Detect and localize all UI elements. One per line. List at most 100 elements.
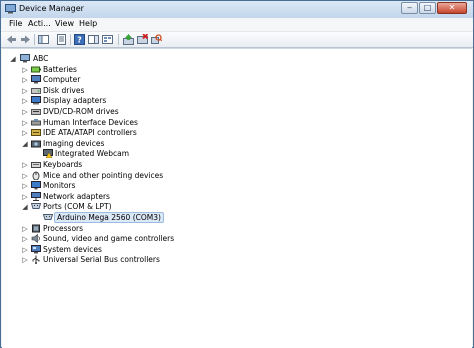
tree-item-label: DVD/CD-ROM drives (43, 107, 119, 116)
mouse-icon (32, 171, 40, 180)
tree-root[interactable]: ◢ ABC (2, 54, 202, 64)
title-bar[interactable]: Device Manager ‒ □ ✕ (1, 1, 473, 18)
show-hide-tree-icon[interactable] (38, 34, 49, 45)
tree-item-label: Sound, video and game controllers (43, 234, 175, 244)
tree-item-label: IDE ATA/ATAPI controllers (43, 128, 137, 138)
tree-item-display-adapters[interactable]: ▷ Display adapters (2, 96, 302, 106)
device-manager-window: Device Manager ‒ □ ✕ File Acti... View H… (0, 0, 474, 348)
maximize-button[interactable]: □ (419, 2, 436, 14)
menu-help[interactable]: Help (79, 19, 97, 28)
menu-file[interactable]: File (9, 19, 22, 28)
ide-controller-icon (31, 129, 41, 137)
computer-root-icon (20, 54, 30, 63)
tree-item-batteries[interactable]: ▷ Batteries (2, 65, 302, 75)
tree-item-label: System devices (43, 244, 102, 254)
collapse-arrow-icon[interactable]: ◢ (21, 202, 29, 212)
tree-item-label: Computer (43, 75, 81, 85)
close-button[interactable]: ✕ (437, 2, 467, 14)
tree-item-sound[interactable]: ▷ Sound, video and game controllers (2, 234, 302, 244)
tree-item-mice[interactable]: ▷ Mice and other pointing devices (2, 171, 302, 181)
tree-item-label: Imaging devices (43, 138, 105, 148)
tree-item-arduino-mega[interactable]: Arduino Mega 2560 (COM3) (2, 212, 302, 223)
display-adapter-icon (31, 96, 41, 105)
selected-device-label: Arduino Mega 2560 (COM3) (54, 212, 164, 223)
expand-arrow-icon[interactable]: ▷ (21, 107, 29, 117)
menu-view[interactable]: View (55, 19, 74, 28)
help-icon[interactable]: ? (74, 34, 85, 45)
tree-item-ports[interactable]: ◢ Ports (COM & LPT) (2, 202, 302, 212)
tree-item-network-adapters[interactable]: ▷ Network adapters (2, 191, 302, 202)
tree-item-label: Integrated Webcam (55, 149, 130, 159)
tree-item-disk-drives[interactable]: ▷ Disk drives (2, 86, 302, 96)
expand-arrow-icon[interactable]: ▷ (21, 75, 29, 85)
disk-drive-icon (31, 87, 41, 94)
tree-item-system-devices[interactable]: ▷ System devices (2, 244, 302, 255)
device-manager-app-icon (5, 4, 16, 14)
network-adapter-icon (31, 191, 41, 201)
expand-arrow-icon[interactable]: ▷ (21, 234, 29, 244)
tree-root-label: ABC (33, 54, 49, 63)
scan-hardware-icon[interactable] (151, 34, 162, 45)
expand-arrow-icon[interactable]: ▷ (21, 192, 29, 202)
hid-icon (31, 118, 41, 126)
minimize-button[interactable]: ‒ (401, 2, 418, 14)
tree-item-label: Processors (43, 223, 84, 233)
expand-arrow-icon[interactable]: ▷ (21, 65, 29, 75)
tree-item-monitors[interactable]: ▷ Monitors (2, 181, 302, 191)
expand-arrow-icon[interactable]: ▷ (21, 128, 29, 138)
tree-item-keyboards[interactable]: ▷ Keyboards (2, 160, 302, 170)
processor-icon (32, 224, 40, 233)
expand-arrow-icon[interactable]: ▷ (21, 86, 29, 96)
expand-arrow-icon[interactable]: ▷ (21, 181, 29, 191)
tree-item-computer[interactable]: ▷ Computer (2, 75, 302, 85)
monitor-icon (31, 181, 41, 190)
port-icon (31, 203, 41, 210)
expand-arrow-icon[interactable]: ▷ (21, 255, 29, 265)
device-tree[interactable]: ◢ ABC ▷ Batteries ▷ Computer ▷ Disk driv… (2, 48, 472, 348)
action-pane-icon[interactable] (88, 34, 99, 45)
tree-item-usb-controllers[interactable]: ▷ Universal Serial Bus controllers (2, 255, 302, 265)
tree-item-label: Batteries (43, 64, 77, 74)
tree-item-hid[interactable]: ▷ Human Interface Devices (2, 118, 302, 128)
tree-item-label: Mice and other pointing devices (43, 170, 164, 180)
disable-device-icon[interactable] (137, 34, 148, 45)
collapse-arrow-icon[interactable]: ◢ (9, 54, 17, 64)
sound-icon (31, 234, 40, 244)
port-icon (43, 214, 53, 220)
expand-arrow-icon[interactable]: ▷ (21, 224, 29, 234)
expand-arrow-icon[interactable]: ▷ (21, 171, 29, 181)
properties-icon[interactable] (56, 34, 67, 45)
expand-arrow-icon[interactable]: ▷ (21, 96, 29, 106)
tree-item-dvd-drives[interactable]: ▷ DVD/CD-ROM drives (2, 107, 302, 117)
tree-item-integrated-webcam[interactable]: Integrated Webcam (2, 149, 302, 159)
forward-arrow-icon[interactable] (20, 34, 31, 45)
tree-item-label: Monitors (43, 181, 76, 191)
view-icon[interactable] (102, 34, 113, 45)
back-arrow-icon[interactable] (6, 34, 17, 45)
camera-icon (31, 140, 41, 148)
webcam-warning-icon (43, 149, 53, 159)
system-devices-icon (31, 244, 41, 254)
collapse-arrow-icon[interactable]: ◢ (21, 139, 29, 149)
svg-text:?: ? (77, 36, 82, 45)
tree-item-ide-controllers[interactable]: ▷ IDE ATA/ATAPI controllers (2, 128, 302, 138)
window-title: Device Manager (19, 4, 84, 13)
expand-arrow-icon[interactable]: ▷ (21, 118, 29, 128)
computer-icon (31, 75, 41, 84)
tree-item-label: Disk drives (43, 85, 85, 95)
tree-item-label: Universal Serial Bus controllers (43, 255, 160, 265)
dvd-drive-icon (31, 109, 41, 115)
usb-icon (32, 255, 40, 265)
keyboard-icon (31, 162, 41, 168)
tree-item-label: Keyboards (43, 160, 83, 169)
expand-arrow-icon[interactable]: ▷ (21, 245, 29, 255)
expand-arrow-icon[interactable]: ▷ (21, 160, 29, 170)
menu-action[interactable]: Acti... (28, 19, 51, 28)
tree-item-label: Human Interface Devices (43, 117, 138, 127)
tree-item-label: Display adapters (43, 96, 107, 106)
tree-item-imaging-devices[interactable]: ◢ Imaging devices (2, 139, 302, 149)
update-driver-icon[interactable] (123, 34, 134, 45)
menu-bar: File Acti... View Help (1, 18, 473, 32)
tree-item-processors[interactable]: ▷ Processors (2, 224, 302, 234)
battery-icon (31, 66, 41, 73)
